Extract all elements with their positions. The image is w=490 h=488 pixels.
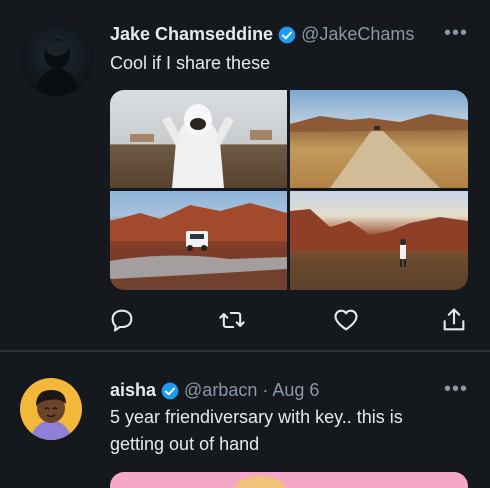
tweet-header: aisha @arbacn · Aug 6 [110,380,319,401]
tweet-text: 5 year friendiversary with key.. this is… [110,407,403,454]
avatar-aisha[interactable] [20,378,82,440]
tweet-header: Jake Chamseddine @JakeChams [110,24,414,45]
verified-badge-icon [161,382,179,399]
user-handle[interactable]: @JakeChams [301,24,414,45]
more-options-icon[interactable]: ••• [444,22,468,45]
avatar-jake[interactable] [20,22,94,96]
media-preview[interactable] [110,472,468,488]
like-icon[interactable] [332,306,360,334]
photo-desert-road[interactable] [290,90,468,188]
share-icon[interactable] [440,306,468,334]
display-name[interactable]: aisha [110,380,156,401]
tweet-text: Cool if I share these [110,53,271,73]
reply-icon[interactable] [108,306,136,334]
media-grid[interactable] [110,90,468,290]
retweet-icon[interactable] [218,306,246,334]
display-name[interactable]: Jake Chamseddine [110,24,273,45]
verified-badge-icon [278,26,296,43]
tweet-actions [0,306,490,336]
photo-canyon-walker[interactable] [290,191,468,290]
photo-jeep-creek[interactable] [110,191,287,290]
photo-hooded-figure[interactable] [110,90,287,188]
more-options-icon[interactable]: ••• [444,378,468,401]
tweet-jake[interactable]: Jake Chamseddine @JakeChams ••• Cool if … [0,0,490,350]
user-handle-and-date[interactable]: @arbacn · Aug 6 [184,380,319,401]
